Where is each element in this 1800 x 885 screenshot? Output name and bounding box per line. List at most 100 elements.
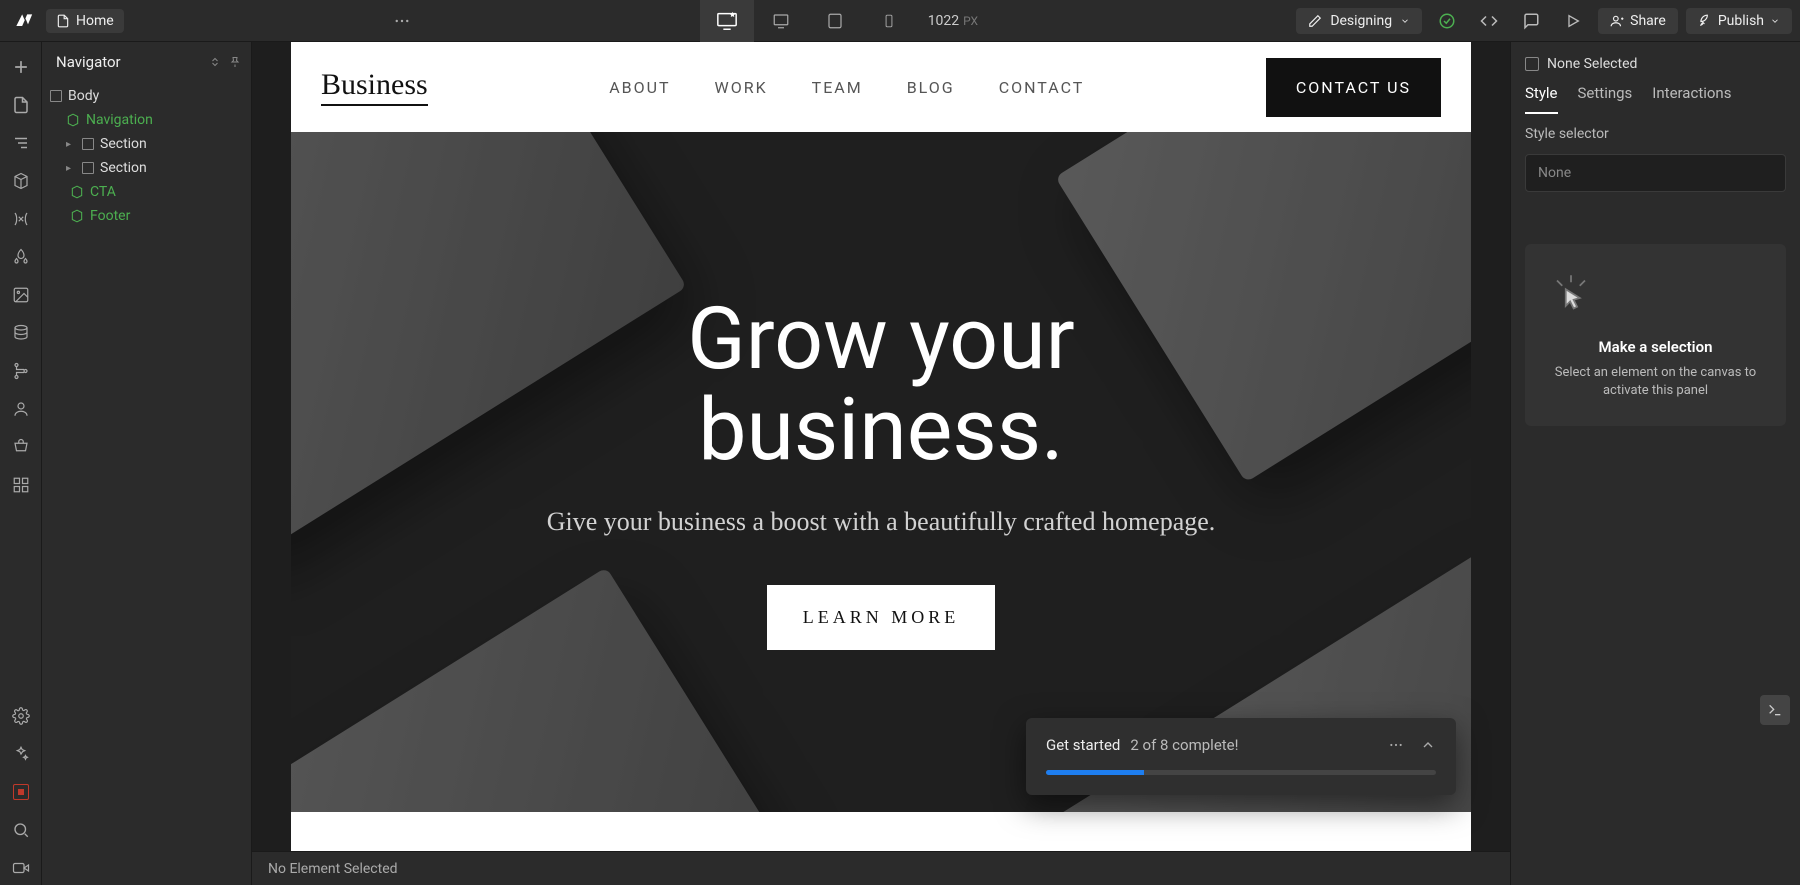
toast-more-icon[interactable] — [1388, 737, 1404, 753]
tree-node-navigation[interactable]: Navigation — [42, 108, 251, 132]
add-element-icon[interactable] — [4, 50, 38, 84]
video-help-icon[interactable] — [4, 851, 38, 885]
learn-more-button[interactable]: LEARN MORE — [767, 585, 996, 650]
site-nav: Business ABOUT WORK TEAM BLOG CONTACT CO… — [291, 42, 1471, 132]
quick-command-icon[interactable] — [1760, 695, 1790, 725]
toast-progress-bar — [1046, 770, 1436, 775]
preview-icon[interactable] — [1556, 4, 1590, 38]
get-started-toast: Get started 2 of 8 complete! — [1026, 718, 1456, 795]
apps-icon[interactable] — [4, 468, 38, 502]
cursor-icon — [1543, 270, 1768, 326]
ai-icon[interactable] — [4, 737, 38, 771]
settings-icon[interactable] — [4, 699, 38, 733]
tree-node-section[interactable]: ▸ Section — [42, 156, 251, 180]
breakpoint-mobile[interactable] — [862, 0, 916, 42]
audit-badge-icon[interactable] — [4, 775, 38, 809]
hero-subheading[interactable]: Give your business a boost with a beauti… — [547, 503, 1216, 541]
site-brand[interactable]: Business — [321, 68, 428, 106]
selection-icon — [1525, 57, 1539, 71]
nav-link-about[interactable]: ABOUT — [609, 78, 670, 97]
share-button[interactable]: Share — [1598, 8, 1678, 34]
breakpoint-switcher: 1022 PX — [700, 0, 978, 42]
caret-icon[interactable]: ▸ — [66, 163, 76, 174]
search-icon[interactable] — [4, 813, 38, 847]
toast-title: Get started — [1046, 736, 1120, 754]
breakpoint-desktop[interactable] — [754, 0, 808, 42]
component-icon — [66, 113, 80, 127]
nav-link-team[interactable]: TEAM — [812, 78, 863, 97]
code-icon[interactable] — [1472, 4, 1506, 38]
canvas-width-label: 1022 PX — [928, 13, 978, 29]
pages-icon[interactable] — [4, 88, 38, 122]
desktop-star-icon — [716, 10, 738, 32]
tree-label: Navigation — [86, 112, 153, 128]
style-manager-icon[interactable] — [4, 240, 38, 274]
publish-button[interactable]: Publish — [1686, 8, 1792, 34]
status-ok-icon[interactable] — [1430, 4, 1464, 38]
page-name: Home — [76, 13, 114, 29]
more-options-icon[interactable] — [384, 3, 420, 39]
tree-node-cta[interactable]: CTA — [42, 180, 251, 204]
tree-label: Footer — [90, 208, 130, 224]
canvas-width-value: 1022 — [928, 13, 959, 29]
caret-icon[interactable]: ▸ — [66, 139, 76, 150]
publish-label: Publish — [1718, 13, 1764, 29]
tree-node-footer[interactable]: Footer — [42, 204, 251, 228]
left-tool-rail — [0, 42, 42, 885]
tree-label: Section — [100, 160, 147, 176]
desktop-icon — [772, 12, 790, 30]
section-icon — [82, 162, 94, 174]
logic-icon[interactable] — [4, 354, 38, 388]
page-icon — [56, 14, 70, 28]
tab-interactions[interactable]: Interactions — [1652, 84, 1731, 114]
style-selector-input[interactable]: None — [1525, 154, 1786, 192]
variables-icon[interactable] — [4, 202, 38, 236]
nav-link-work[interactable]: WORK — [715, 78, 768, 97]
breakpoint-tablet[interactable] — [808, 0, 862, 42]
breakpoint-desktop-large[interactable] — [700, 0, 754, 42]
tree-label: Section — [100, 136, 147, 152]
rocket-icon — [1698, 14, 1712, 28]
tablet-icon — [826, 12, 844, 30]
ecommerce-icon[interactable] — [4, 430, 38, 464]
tab-style[interactable]: Style — [1525, 84, 1558, 114]
comments-icon[interactable] — [1514, 4, 1548, 38]
share-label: Share — [1630, 13, 1666, 29]
mobile-icon — [882, 12, 896, 30]
page-selector[interactable]: Home — [46, 9, 124, 33]
components-icon[interactable] — [4, 164, 38, 198]
hero-heading[interactable]: Grow your business. — [547, 294, 1216, 475]
mode-switcher[interactable]: Designing — [1296, 8, 1422, 34]
hero-section[interactable]: Grow your business. Give your business a… — [291, 132, 1471, 812]
style-selector-label: Style selector — [1525, 126, 1786, 142]
tree-node-body[interactable]: Body — [42, 84, 251, 108]
pin-icon[interactable] — [229, 56, 241, 68]
canvas-area: Business ABOUT WORK TEAM BLOG CONTACT CO… — [252, 42, 1510, 885]
contact-us-button[interactable]: CONTACT US — [1266, 58, 1441, 117]
tree-label: Body — [68, 88, 99, 104]
nav-link-contact[interactable]: CONTACT — [999, 78, 1085, 97]
selection-label: None Selected — [1547, 56, 1637, 72]
cms-icon[interactable] — [4, 316, 38, 350]
webflow-logo-icon[interactable] — [8, 6, 38, 36]
tab-settings[interactable]: Settings — [1578, 84, 1633, 114]
navigator-title: Navigator — [56, 53, 121, 71]
nav-link-blog[interactable]: BLOG — [907, 78, 955, 97]
right-style-panel: None Selected Style Settings Interaction… — [1510, 42, 1800, 885]
navigator-panel: Navigator Body Navigation ▸ — [42, 42, 252, 885]
top-toolbar: Home 1022 PX — [0, 0, 1800, 42]
navigator-icon[interactable] — [4, 126, 38, 160]
pencil-icon — [1308, 14, 1322, 28]
canvas-width-unit: PX — [963, 14, 978, 28]
mode-label: Designing — [1330, 13, 1392, 29]
expand-collapse-icon[interactable] — [209, 56, 221, 68]
user-plus-icon — [1610, 14, 1624, 28]
toast-collapse-icon[interactable] — [1420, 737, 1436, 753]
assets-icon[interactable] — [4, 278, 38, 312]
tree-node-section[interactable]: ▸ Section — [42, 132, 251, 156]
toast-status: 2 of 8 complete! — [1130, 736, 1238, 754]
element-tree: Body Navigation ▸ Section ▸ Section — [42, 82, 251, 230]
users-icon[interactable] — [4, 392, 38, 426]
site-menu: ABOUT WORK TEAM BLOG CONTACT — [609, 78, 1084, 97]
selection-indicator: None Selected — [1525, 56, 1786, 72]
